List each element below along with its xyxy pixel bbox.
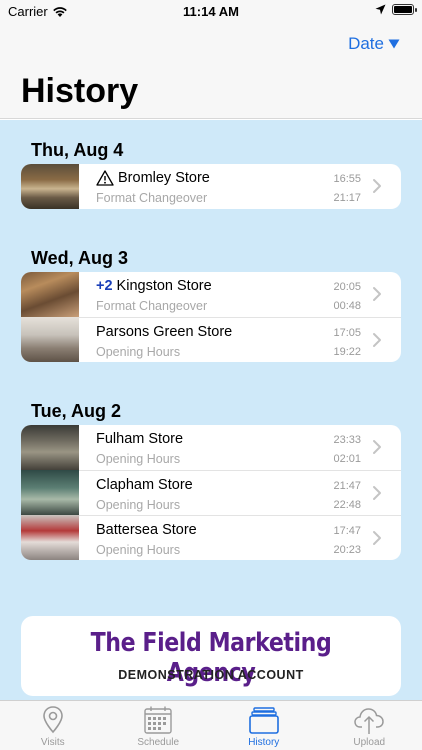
tab-history[interactable]: History — [211, 701, 317, 750]
navigation-header: Date History — [0, 24, 422, 119]
store-name-line: Battersea Store — [96, 522, 197, 538]
tab-bar: Visits Schedule History Upload — [0, 700, 422, 750]
banner-subtitle: DEMONSTRATION ACCOUNT — [118, 668, 304, 682]
status-indicators — [375, 4, 417, 15]
chevron-right-icon — [373, 179, 381, 193]
store-thumbnail — [21, 470, 79, 515]
visit-start-time: 23:33 — [333, 434, 361, 446]
cloud-upload-icon — [354, 708, 385, 734]
visit-row-body: Clapham Store Opening Hours 21:47 22:48 — [79, 470, 401, 515]
visit-start-time: 17:05 — [333, 327, 361, 339]
visit-row[interactable]: Bromley Store Format Changeover 16:55 21:17 — [21, 164, 401, 209]
visit-start-time: 20:05 — [333, 281, 361, 293]
additional-visits-badge: +2 — [96, 278, 113, 294]
history-list[interactable]: Thu, Aug 4 Bromley Store Format Changeover… — [0, 120, 422, 700]
visit-start-time: 21:47 — [333, 480, 361, 492]
chevron-right-icon — [373, 486, 381, 500]
visit-group-card: +2 Kingston Store Format Changeover 20:05 00… — [21, 272, 401, 362]
visit-start-time: 17:47 — [333, 525, 361, 537]
visit-end-time: 21:17 — [333, 192, 361, 204]
visit-type: Opening Hours — [96, 543, 181, 557]
visit-row[interactable]: Clapham Store Opening Hours 21:47 22:48 — [21, 470, 401, 515]
visit-row[interactable]: +2 Kingston Store Format Changeover 20:05 00… — [21, 272, 401, 317]
agency-banner: The Field Marketing Agency DEMONSTRATION … — [21, 616, 401, 696]
tab-schedule-label: Schedule — [137, 737, 180, 748]
store-name: Battersea Store — [96, 522, 197, 538]
calendar-icon — [144, 706, 172, 734]
battery-level — [394, 6, 412, 13]
store-thumbnail — [21, 164, 79, 209]
sort-date-button[interactable]: Date — [348, 34, 400, 54]
location-arrow-icon — [375, 4, 386, 15]
visit-end-time: 19:22 — [333, 346, 361, 358]
visit-type: Opening Hours — [96, 452, 181, 466]
store-thumbnail — [21, 317, 79, 362]
warning-icon — [96, 170, 114, 186]
visit-type: Opening Hours — [96, 498, 181, 512]
visit-end-time: 22:48 — [333, 499, 361, 511]
tab-history-label: History — [248, 737, 280, 748]
visit-start-time: 16:55 — [333, 173, 361, 185]
store-name: Kingston Store — [116, 278, 212, 294]
store-name-line: Bromley Store — [96, 170, 210, 186]
visit-row[interactable]: Fulham Store Opening Hours 23:33 02:01 — [21, 425, 401, 470]
store-thumbnail — [21, 515, 79, 560]
visit-row-body: Bromley Store Format Changeover 16:55 21:17 — [79, 164, 401, 209]
sort-button-label: Date — [348, 34, 384, 53]
store-name-line: +2 Kingston Store — [96, 278, 212, 294]
visit-row-body: Battersea Store Opening Hours 17:47 20:23 — [79, 515, 401, 560]
tab-upload-label: Upload — [353, 737, 386, 748]
store-name-line: Parsons Green Store — [96, 324, 232, 340]
tab-upload[interactable]: Upload — [317, 701, 422, 750]
tab-schedule[interactable]: Schedule — [106, 701, 212, 750]
store-name: Clapham Store — [96, 477, 193, 493]
store-name-line: Clapham Store — [96, 477, 193, 493]
visit-type: Opening Hours — [96, 345, 181, 359]
visit-group-card: Fulham Store Opening Hours 23:33 02:01 Claph… — [21, 425, 401, 560]
section-date-header: Tue, Aug 2 — [31, 401, 121, 421]
store-thumbnail — [21, 272, 79, 317]
chevron-right-icon — [373, 440, 381, 454]
section-date-header: Thu, Aug 4 — [31, 140, 124, 160]
visit-end-time: 02:01 — [333, 453, 361, 465]
store-name-line: Fulham Store — [96, 431, 183, 447]
visit-end-time: 20:23 — [333, 544, 361, 556]
visit-row[interactable]: Parsons Green Store Opening Hours 17:05 19:… — [21, 317, 401, 362]
store-name: Bromley Store — [118, 170, 210, 186]
visit-group-card: Bromley Store Format Changeover 16:55 21:17 — [21, 164, 401, 209]
visit-row-body: +2 Kingston Store Format Changeover 20:05 00… — [79, 272, 401, 317]
stacked-folders-icon — [248, 707, 279, 734]
tab-visits-label: Visits — [40, 737, 65, 748]
battery-icon — [392, 4, 417, 15]
tab-visits[interactable]: Visits — [0, 701, 106, 750]
clock: 11:14 AM — [183, 4, 239, 19]
chevron-right-icon — [373, 287, 381, 301]
store-thumbnail — [21, 425, 79, 470]
visit-end-time: 00:48 — [333, 300, 361, 312]
visit-row-body: Parsons Green Store Opening Hours 17:05 19:… — [79, 317, 401, 362]
chevron-right-icon — [373, 531, 381, 545]
section-date-header: Wed, Aug 3 — [31, 248, 129, 268]
visit-row-body: Fulham Store Opening Hours 23:33 02:01 — [79, 425, 401, 470]
visit-row[interactable]: Battersea Store Opening Hours 17:47 20:23 — [21, 515, 401, 560]
store-name: Fulham Store — [96, 431, 184, 447]
visit-type: Format Changeover — [96, 299, 208, 313]
status-bar: Carrier 11:14 AM — [0, 0, 422, 24]
visit-type: Format Changeover — [96, 191, 208, 205]
store-name: Parsons Green Store — [96, 324, 233, 340]
triangle-down-icon — [388, 39, 400, 49]
location-pin-icon — [42, 706, 63, 734]
page-title: History — [21, 72, 139, 110]
chevron-right-icon — [373, 333, 381, 347]
